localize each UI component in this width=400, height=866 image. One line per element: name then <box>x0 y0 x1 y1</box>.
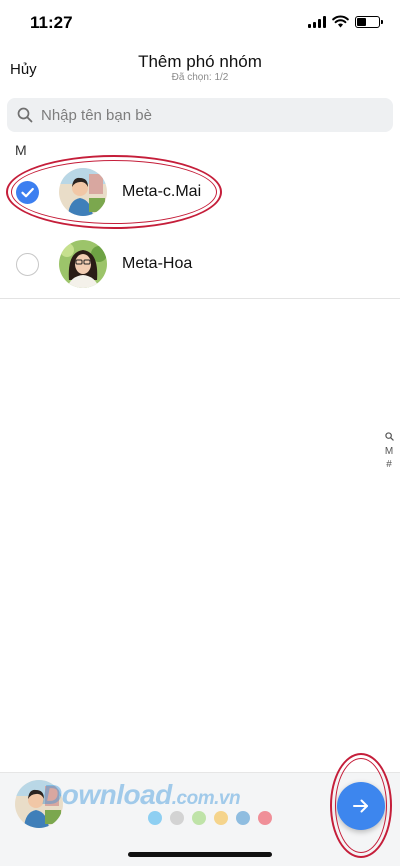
color-dot <box>170 811 184 825</box>
contact-name: Meta-Hoa <box>122 255 193 272</box>
search-bar[interactable] <box>7 98 393 132</box>
wifi-icon <box>332 15 349 28</box>
index-search-icon[interactable] <box>382 432 396 445</box>
index-item-m[interactable]: M <box>382 445 396 458</box>
contact-row[interactable]: Meta-Hoa <box>0 229 400 299</box>
checkbox-checked[interactable] <box>16 181 39 204</box>
color-dot <box>148 811 162 825</box>
contact-name: Meta-c.Mai <box>122 183 202 200</box>
color-dot <box>214 811 228 825</box>
search-icon <box>17 107 33 123</box>
page-title: Thêm phó nhóm <box>138 52 262 71</box>
color-dot <box>236 811 250 825</box>
status-icons <box>308 15 383 28</box>
color-dot <box>258 811 272 825</box>
watermark-logo: Download.com.vn <box>42 779 241 810</box>
search-input[interactable] <box>41 106 361 124</box>
avatar <box>59 168 107 216</box>
avatar <box>59 240 107 288</box>
status-time: 11:27 <box>30 13 73 32</box>
alphabet-index[interactable]: M # <box>382 432 396 471</box>
checkbox-unchecked[interactable] <box>16 253 39 276</box>
home-indicator <box>128 852 272 857</box>
battery-level <box>357 17 367 26</box>
cellular-signal-icon <box>308 15 326 28</box>
color-dot <box>192 811 206 825</box>
divider <box>0 298 400 299</box>
index-item-hash[interactable]: # <box>382 458 396 471</box>
color-dots <box>148 811 272 825</box>
contact-row[interactable]: Meta-c.Mai <box>0 157 400 227</box>
battery-icon <box>355 15 383 28</box>
checkmark-icon <box>21 187 34 198</box>
next-button[interactable] <box>337 782 385 830</box>
arrow-right-icon <box>353 799 368 813</box>
status-bar: 11:27 <box>0 0 400 46</box>
selection-count: Đã chọn: 1/2 <box>171 72 229 83</box>
header: Hủy Thêm phó nhóm Đã chọn: 1/2 <box>0 46 400 90</box>
section-header: M <box>15 142 27 158</box>
